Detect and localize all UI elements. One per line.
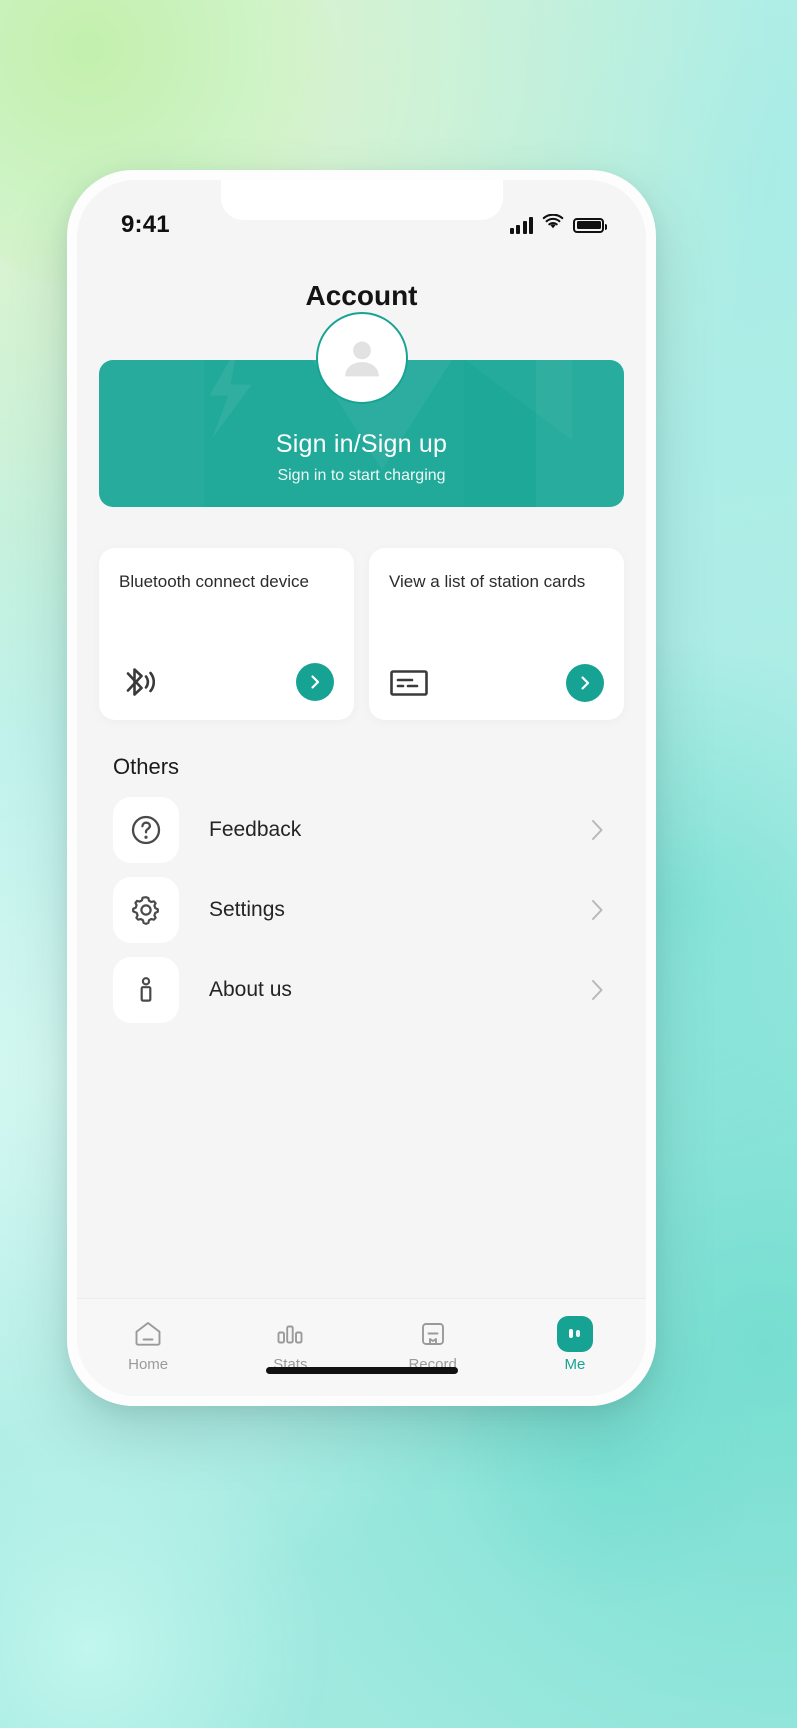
home-icon	[133, 1319, 163, 1349]
main-content: Sign in/Sign up Sign in to start chargin…	[77, 312, 646, 1298]
background-blob-bottom-left	[0, 1408, 330, 1728]
info-person-icon	[113, 957, 179, 1023]
home-indicator-area	[77, 1367, 646, 1374]
phone-screen: 9:41 Account Sign in/Sign up Sign in to …	[77, 180, 646, 1396]
chevron-right-icon[interactable]	[591, 979, 604, 1001]
wifi-icon	[542, 213, 564, 236]
bluetooth-card-footer	[119, 662, 334, 702]
list-item-label: Settings	[209, 898, 285, 921]
sign-in-section: Sign in/Sign up Sign in to start chargin…	[95, 312, 628, 507]
status-bar: 9:41	[77, 180, 646, 258]
phone-mockup: 9:41 Account Sign in/Sign up Sign in to …	[67, 170, 656, 1406]
tab-me[interactable]: Me	[504, 1315, 646, 1373]
list-item-label: Feedback	[209, 818, 302, 841]
home-indicator[interactable]	[265, 1367, 458, 1374]
status-bar-icons	[509, 213, 607, 236]
bluetooth-icon	[119, 662, 155, 702]
list-item-about-us[interactable]: About us	[97, 950, 626, 1030]
tab-record[interactable]: Record	[362, 1319, 504, 1373]
list-item-feedback[interactable]: Feedback	[97, 790, 626, 870]
bluetooth-connect-card[interactable]: Bluetooth connect device	[99, 548, 354, 720]
feature-card-row: Bluetooth connect device View a list of …	[95, 548, 628, 720]
page-title: Account	[305, 280, 418, 311]
sign-in-title: Sign in/Sign up	[275, 430, 448, 458]
avatar[interactable]	[315, 312, 408, 404]
status-bar-time: 9:41	[121, 211, 170, 238]
bottom-tab-bar: Home Stats Record Me	[77, 1298, 646, 1396]
gear-icon	[113, 877, 179, 943]
question-circle-icon	[113, 797, 179, 863]
station-card-list-icon	[389, 667, 429, 699]
bluetooth-card-go-button[interactable]	[296, 663, 334, 701]
bluetooth-card-title: Bluetooth connect device	[119, 572, 309, 591]
record-bookmark-icon	[418, 1319, 448, 1349]
user-avatar-placeholder-icon	[344, 341, 379, 377]
station-cards-go-button[interactable]	[566, 664, 604, 702]
cellular-signal-icon	[509, 216, 533, 234]
chevron-right-icon[interactable]	[591, 819, 604, 841]
sign-in-subtitle: Sign in to start charging	[277, 467, 446, 484]
station-cards-footer	[389, 664, 604, 702]
battery-full-icon	[573, 217, 607, 233]
phone-notch	[220, 180, 503, 220]
station-cards-title: View a list of station cards	[389, 572, 586, 591]
me-badge-icon	[556, 1315, 593, 1352]
chevron-right-icon	[311, 675, 320, 689]
tab-home[interactable]: Home	[77, 1319, 219, 1373]
chevron-right-icon	[581, 676, 590, 690]
bar-chart-icon	[275, 1319, 305, 1349]
others-section-title: Others	[113, 754, 180, 779]
chevron-right-icon[interactable]	[591, 899, 604, 921]
station-cards-card[interactable]: View a list of station cards	[369, 548, 624, 720]
list-item-label: About us	[209, 978, 292, 1001]
list-item-settings[interactable]: Settings	[97, 870, 626, 950]
tab-stats[interactable]: Stats	[219, 1319, 361, 1373]
